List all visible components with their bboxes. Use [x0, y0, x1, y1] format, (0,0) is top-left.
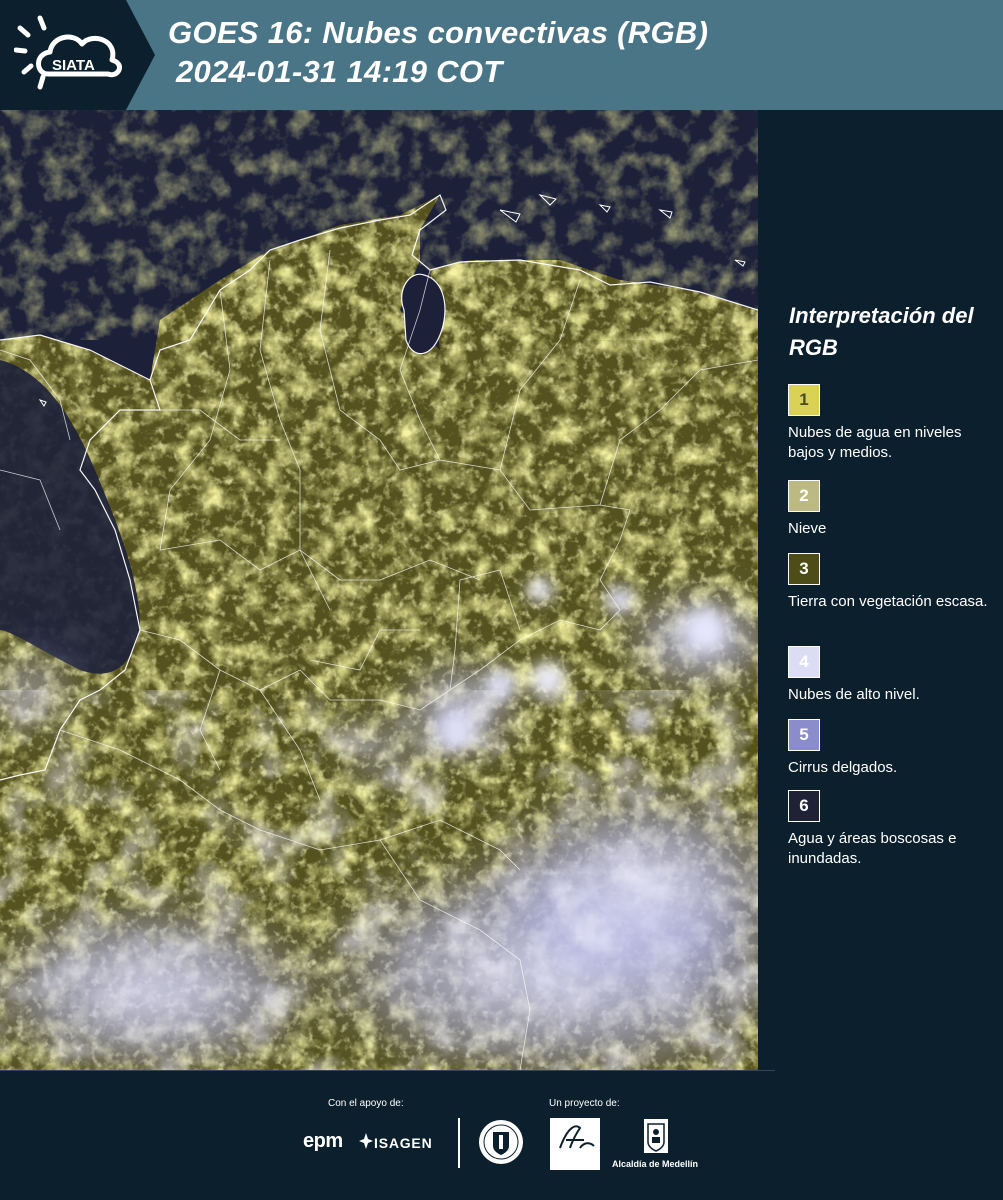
- legend-label-3: Tierra con vegetación escasa.: [788, 593, 988, 610]
- siata-logo-icon: SIATA: [14, 15, 122, 90]
- legend-panel: Interpretación del RGB 1 Nubes de agua e…: [758, 110, 1003, 1070]
- legend-label-6: Agua y áreas boscosas e inundadas.: [788, 830, 957, 867]
- satellite-map: [0, 110, 758, 1070]
- page-title: GOES 16: Nubes convectivas (RGB): [168, 15, 709, 50]
- footer: Con el apoyo de: Un proyecto de: epm ISA…: [0, 1070, 1003, 1200]
- support-label: Con el apoyo de:: [328, 1098, 404, 1109]
- legend-swatch-6: 6: [788, 790, 820, 822]
- legend-item-1: 1 Nubes de agua en niveles bajos y medio…: [788, 384, 993, 463]
- legend-swatch-3: 3: [788, 553, 820, 585]
- legend-item-2: 2 Nieve: [788, 480, 993, 539]
- legend-label-1: Nubes de agua en niveles bajos y medios.: [788, 424, 962, 461]
- project-label: Un proyecto de:: [549, 1098, 620, 1109]
- epm-logo: epm: [303, 1130, 343, 1152]
- legend-swatch-5: 5: [788, 719, 820, 751]
- isagen-logo: ISAGEN: [374, 1135, 433, 1151]
- legend-item-5: 5 Cirrus delgados.: [788, 719, 993, 778]
- alcaldia-crest-icon: [644, 1119, 668, 1153]
- legend-item-6: 6 Agua y áreas boscosas e inundadas.: [788, 790, 993, 869]
- legend-item-3: 3 Tierra con vegetación escasa.: [788, 553, 993, 612]
- legend-swatch-4: 4: [788, 646, 820, 678]
- satellite-image: [0, 110, 758, 1070]
- legend-label-5: Cirrus delgados.: [788, 759, 898, 776]
- logo-divider: [458, 1118, 460, 1168]
- isagen-icon: [359, 1133, 373, 1149]
- legend-title: Interpretación del RGB: [789, 303, 974, 360]
- area-metropolitana-text: METROPOLITANA Valle de Aburrá: [553, 1154, 599, 1166]
- legend-label-4: Nubes de alto nivel.: [788, 686, 920, 703]
- logo-tab: SIATA: [0, 0, 155, 110]
- svg-text:SIATA: SIATA: [52, 57, 95, 74]
- legend-swatch-1: 1: [788, 384, 820, 416]
- medellin-seal-icon: [479, 1120, 523, 1164]
- page-timestamp: 2024-01-31 14:19 COT: [176, 54, 503, 89]
- legend-item-4: 4 Nubes de alto nivel.: [788, 646, 993, 705]
- legend-label-2: Nieve: [788, 520, 827, 537]
- header: SIATA GOES 16: Nubes convectivas (RGB) 2…: [0, 0, 1003, 110]
- footer-divider: [0, 1070, 775, 1071]
- alcaldia-logo-text: Alcaldía de Medellín: [612, 1159, 699, 1169]
- legend-swatch-2: 2: [788, 480, 820, 512]
